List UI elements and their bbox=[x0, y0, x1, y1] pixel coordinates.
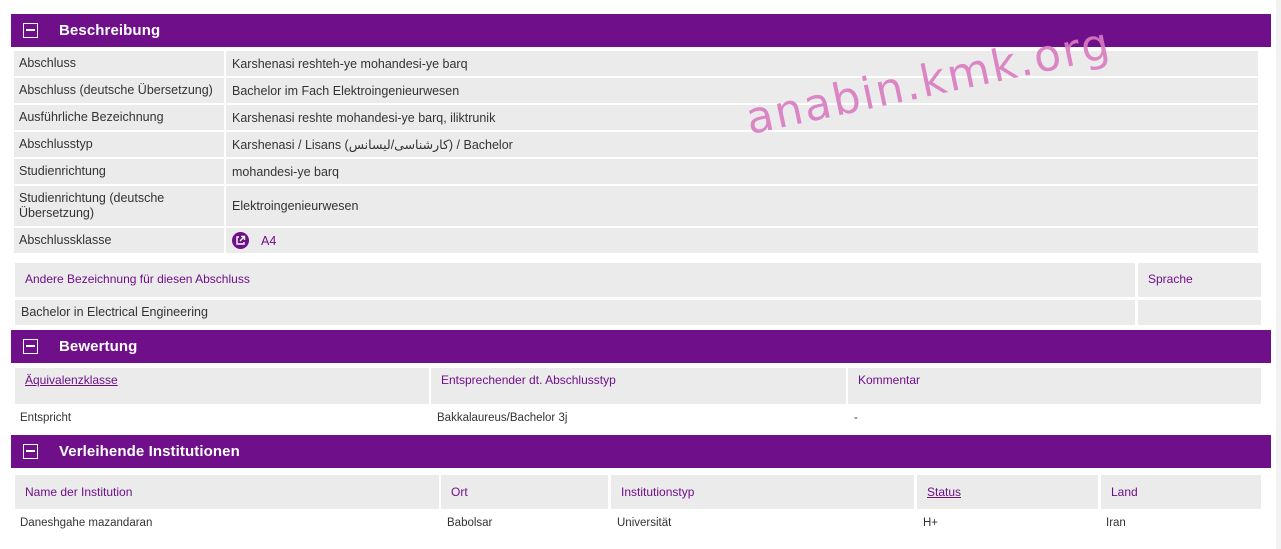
institution-land-value: Iran bbox=[1106, 517, 1126, 529]
kv-label: Abschluss (deutsche Übersetzung) bbox=[14, 78, 224, 103]
collapse-icon[interactable] bbox=[23, 339, 38, 354]
sprache-value bbox=[1138, 300, 1261, 325]
kv-label: Abschlusstyp bbox=[14, 132, 224, 157]
collapse-icon[interactable] bbox=[23, 23, 38, 38]
abschlussklasse-link[interactable]: A4 bbox=[261, 234, 276, 248]
bewertung-abschlusstyp-value: Bakkalaureus/Bachelor 3j bbox=[437, 412, 568, 424]
section-header-bewertung[interactable]: Bewertung bbox=[11, 330, 1271, 363]
column-header-land: Land bbox=[1101, 475, 1261, 509]
kv-label: Ausführliche Bezeichnung bbox=[14, 105, 224, 130]
institution-ort-value: Babolsar bbox=[447, 517, 493, 529]
institution-name-value: Daneshgahe mazandaran bbox=[20, 517, 153, 529]
kv-value: Elektroingenieurwesen bbox=[226, 186, 1258, 226]
kv-row-abschlusstyp: Abschlusstyp Karshenasi / Lisans (کارشنا… bbox=[14, 132, 1258, 157]
kv-value: Karshenasi / Lisans (کارشناسی/لیسانس) / … bbox=[226, 132, 1258, 157]
column-header-status[interactable]: Status bbox=[917, 475, 1098, 509]
column-header-aequivalenzklasse[interactable]: Äquivalenzklasse bbox=[15, 368, 429, 404]
column-header-andere-bezeichnung[interactable]: Andere Bezeichnung für diesen Abschluss bbox=[15, 263, 1135, 297]
kv-label: Studienrichtung (deutsche Übersetzung) bbox=[14, 186, 224, 226]
andere-bezeichnung-value: Bachelor in Electrical Engineering bbox=[15, 300, 1135, 325]
kv-value-abschlussklasse: A4 bbox=[226, 228, 1258, 253]
institution-status-value: H+ bbox=[923, 517, 939, 529]
collapse-icon[interactable] bbox=[23, 444, 38, 459]
kv-row-studienrichtung: Studienrichtung mohandesi-ye barq bbox=[14, 159, 1258, 184]
institution-typ-value: Universität bbox=[617, 517, 672, 529]
kv-value: Karshenasi reshte mohandesi-ye barq, ili… bbox=[226, 105, 1258, 130]
kv-label: Abschlussklasse bbox=[14, 228, 224, 253]
kv-label: Studienrichtung bbox=[14, 159, 224, 184]
kv-row-abschlussklasse: Abschlussklasse A4 bbox=[14, 228, 1258, 253]
column-header-abschlusstyp: Entsprechender dt. Abschlusstyp bbox=[431, 368, 846, 404]
column-header-kommentar: Kommentar bbox=[848, 368, 1261, 404]
external-link-icon[interactable] bbox=[232, 232, 249, 249]
bewertung-aequivalenzklasse-value: Entspricht bbox=[20, 412, 72, 424]
beschreibung-table: Abschluss Karshenasi reshteh-ye mohandes… bbox=[14, 51, 1258, 255]
section-title: Bewertung bbox=[59, 338, 138, 355]
column-header-institutionstyp: Institutionstyp bbox=[611, 475, 914, 509]
section-title: Verleihende Institutionen bbox=[59, 443, 240, 460]
column-header-ort: Ort bbox=[441, 475, 608, 509]
section-title: Beschreibung bbox=[59, 22, 161, 39]
kv-row-studienrichtung-uebersetzung: Studienrichtung (deutsche Übersetzung) E… bbox=[14, 186, 1258, 226]
section-header-institutionen[interactable]: Verleihende Institutionen bbox=[11, 435, 1271, 468]
page-scrollbar[interactable] bbox=[1276, 0, 1281, 549]
kv-value: mohandesi-ye barq bbox=[226, 159, 1258, 184]
column-header-name-institution: Name der Institution bbox=[15, 475, 439, 509]
kv-row-ausfuehrliche-bezeichnung: Ausführliche Bezeichnung Karshenasi resh… bbox=[14, 105, 1258, 130]
column-header-sprache[interactable]: Sprache bbox=[1138, 263, 1261, 297]
kv-label: Abschluss bbox=[14, 51, 224, 76]
kv-row-abschluss-uebersetzung: Abschluss (deutsche Übersetzung) Bachelo… bbox=[14, 78, 1258, 103]
bewertung-kommentar-value: - bbox=[854, 412, 858, 424]
